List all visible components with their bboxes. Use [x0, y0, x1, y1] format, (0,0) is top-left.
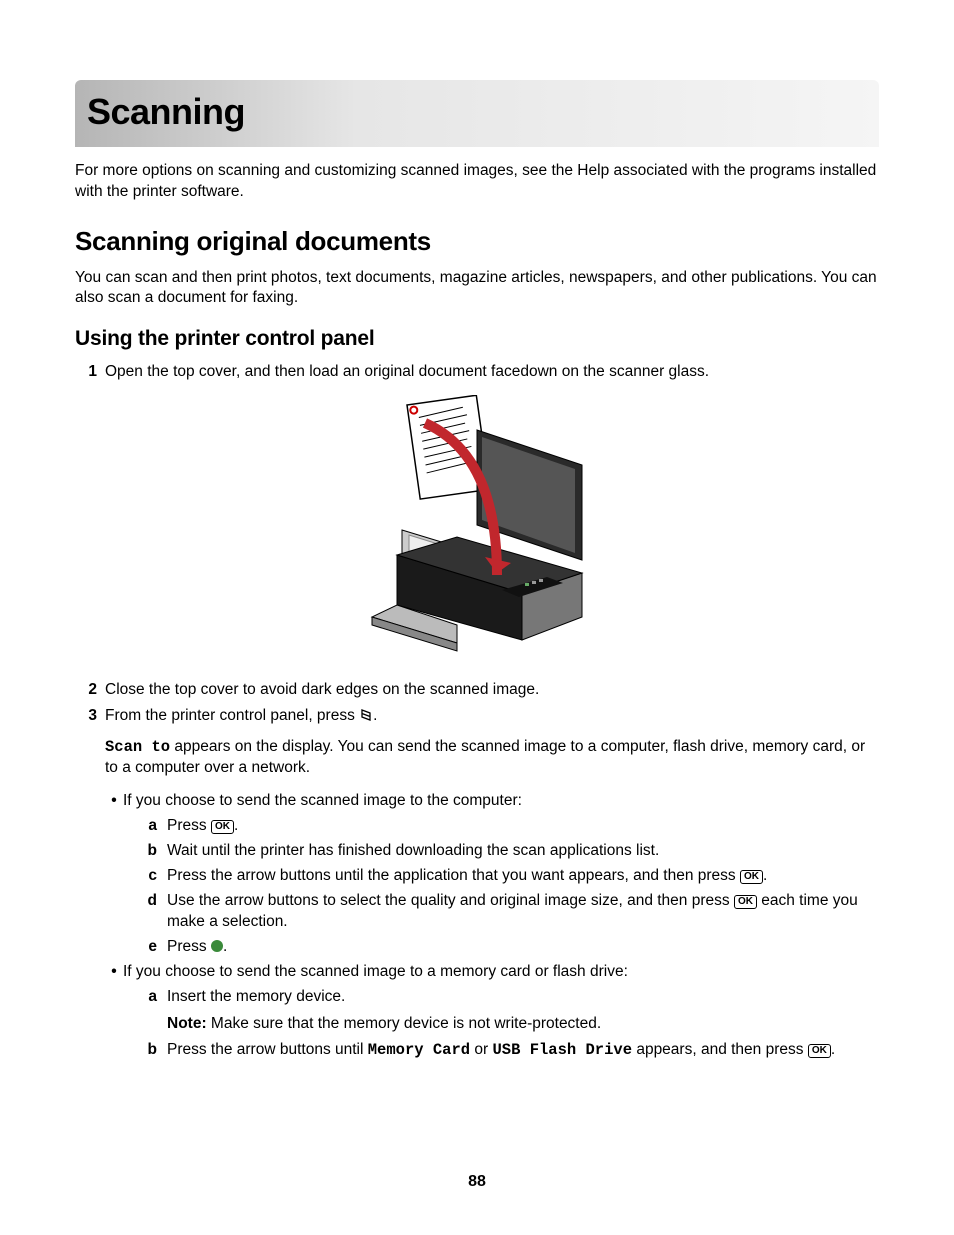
- display-text: Memory Card: [368, 1041, 470, 1059]
- substep-body: Use the arrow buttons to select the qual…: [167, 891, 879, 933]
- display-text: USB Flash Drive: [492, 1041, 632, 1059]
- step-3: 3 From the printer control panel, press …: [75, 706, 879, 1065]
- note-label: Note:: [167, 1015, 207, 1032]
- substep-text: Use the arrow buttons to select the qual…: [167, 892, 734, 909]
- start-button-icon: [211, 940, 223, 952]
- substep-text: .: [831, 1041, 835, 1058]
- subsection-heading: Using the printer control panel: [75, 325, 879, 353]
- step-body: Close the top cover to avoid dark edges …: [105, 680, 879, 701]
- step-1: 1 Open the top cover, and then load an o…: [75, 362, 879, 383]
- substep-e: e Press .: [135, 937, 879, 958]
- bullet-text: If you choose to send the scanned image …: [123, 791, 522, 812]
- substep-letter: c: [135, 866, 157, 887]
- bullet-item: • If you choose to send the scanned imag…: [105, 791, 879, 812]
- note-line: Note: Make sure that the memory device i…: [167, 1014, 879, 1035]
- substep-d: d Use the arrow buttons to select the qu…: [135, 891, 879, 933]
- substep-body: Press the arrow buttons until Memory Car…: [167, 1040, 835, 1061]
- ok-button-icon: OK: [740, 870, 763, 884]
- substep-text: Press the arrow buttons until the applic…: [167, 867, 740, 884]
- substep-a: a Press OK.: [135, 816, 879, 837]
- substep-b: b Wait until the printer has finished do…: [135, 841, 879, 862]
- page-number: 88: [0, 1171, 954, 1193]
- step-description: Scan to appears on the display. You can …: [105, 737, 879, 779]
- intro-paragraph: For more options on scanning and customi…: [75, 161, 879, 203]
- bullet-item: • If you choose to send the scanned imag…: [105, 962, 879, 983]
- scanner-figure-svg: [347, 395, 607, 655]
- section-heading: Scanning original documents: [75, 224, 879, 259]
- substep-text: Press the arrow buttons until: [167, 1041, 368, 1058]
- step-text: From the printer control panel, press: [105, 707, 359, 724]
- substep-text: appears, and then press: [632, 1041, 808, 1058]
- step-number: 3: [75, 706, 97, 1065]
- substep-body: Wait until the printer has finished down…: [167, 841, 659, 862]
- substep-text: .: [763, 867, 767, 884]
- step-text: .: [373, 707, 377, 724]
- display-text: Scan to: [105, 738, 170, 756]
- substep-letter: b: [135, 1040, 157, 1061]
- ok-button-icon: OK: [734, 895, 757, 909]
- substep-a2: a Insert the memory device.: [135, 987, 879, 1008]
- chapter-title: Scanning: [87, 88, 867, 137]
- substep-text: .: [223, 938, 227, 955]
- ok-button-icon: OK: [211, 820, 234, 834]
- scan-icon: [359, 708, 373, 729]
- substep-letter: b: [135, 841, 157, 862]
- step-2: 2 Close the top cover to avoid dark edge…: [75, 680, 879, 701]
- step-number: 2: [75, 680, 97, 701]
- bullet-dot: •: [105, 791, 123, 812]
- printer-illustration: [75, 395, 879, 662]
- section-paragraph: You can scan and then print photos, text…: [75, 268, 879, 310]
- chapter-title-bar: Scanning: [75, 80, 879, 147]
- substep-letter: e: [135, 937, 157, 958]
- bullet-dot: •: [105, 962, 123, 983]
- substep-body: Press OK.: [167, 816, 238, 837]
- substep-letter: a: [135, 816, 157, 837]
- substep-body: Press .: [167, 937, 227, 958]
- substep-text: or: [470, 1041, 492, 1058]
- substep-body: Press the arrow buttons until the applic…: [167, 866, 767, 887]
- substep-c: c Press the arrow buttons until the appl…: [135, 866, 879, 887]
- substep-b2: b Press the arrow buttons until Memory C…: [135, 1040, 879, 1061]
- bullet-text: If you choose to send the scanned image …: [123, 962, 628, 983]
- note-text: Make sure that the memory device is not …: [207, 1015, 602, 1032]
- substep-body: Insert the memory device.: [167, 987, 345, 1008]
- step-body: Open the top cover, and then load an ori…: [105, 362, 879, 383]
- ok-button-icon: OK: [808, 1044, 831, 1058]
- step-text: appears on the display. You can send the…: [105, 738, 865, 776]
- substep-text: Press: [167, 938, 211, 955]
- substep-letter: d: [135, 891, 157, 933]
- substep-text: .: [234, 817, 238, 834]
- substep-text: Press: [167, 817, 211, 834]
- step-body: From the printer control panel, press . …: [105, 706, 879, 1065]
- substep-letter: a: [135, 987, 157, 1008]
- step-number: 1: [75, 362, 97, 383]
